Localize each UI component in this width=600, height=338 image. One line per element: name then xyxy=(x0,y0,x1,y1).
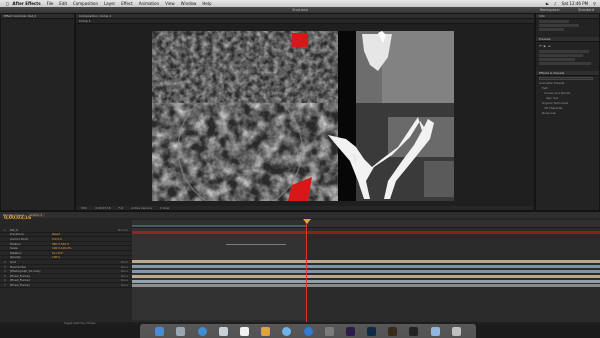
layer-name: [Fixed_Frame] xyxy=(10,273,30,278)
first-frame-icon[interactable]: ⏮ xyxy=(539,44,542,48)
viewer-toolbar: 50% 0;00;03;16 Full Active Camera 1 View xyxy=(77,206,533,210)
effect-controls-tab[interactable]: Effect Controls: Kat_0 xyxy=(1,14,74,19)
composition-viewer[interactable] xyxy=(152,31,454,201)
info-tab[interactable]: Info xyxy=(536,14,599,19)
dock xyxy=(140,324,476,338)
property-value[interactable]: 0x+0.0° xyxy=(52,251,64,255)
time-ruler[interactable] xyxy=(132,220,600,228)
menu-help[interactable]: Help xyxy=(202,1,211,6)
work-area-shade xyxy=(132,228,306,320)
property-value[interactable]: 960.0,540.0 xyxy=(52,242,69,246)
property-name: Rotation xyxy=(10,250,22,255)
preview-controls: ⏮ ▶ ⏭ xyxy=(539,44,596,48)
comp-subtab[interactable]: Comp 1 xyxy=(76,19,534,24)
play-icon[interactable]: ▶ xyxy=(544,44,546,48)
layer-list: 1 Kat_0 Normal Transform Reset Anchor Point… xyxy=(0,228,132,324)
layer-name: Grid xyxy=(10,259,16,264)
preset-item[interactable]: Curves and Spirals xyxy=(539,91,596,95)
menu-edit[interactable]: Edit xyxy=(59,1,67,6)
timeline-timecode[interactable]: 0;00;03;16 xyxy=(4,216,31,221)
camera-select[interactable]: Active Camera xyxy=(131,206,152,210)
preset-item[interactable]: 3D Character xyxy=(539,106,596,110)
menu-window[interactable]: Window xyxy=(181,1,197,6)
preset-item[interactable]: Organic Technicals xyxy=(539,101,596,105)
itunes-icon[interactable] xyxy=(282,326,292,336)
apple-icon[interactable]:  xyxy=(6,1,8,6)
layer-name: [Fixed_Frame] xyxy=(10,278,30,283)
preset-item[interactable]: Animation Presets xyxy=(539,81,596,85)
ae-icon[interactable] xyxy=(345,326,355,336)
property-name: Position xyxy=(10,241,21,246)
playhead-marker-icon[interactable] xyxy=(300,219,314,225)
parent-select[interactable]: None xyxy=(121,278,132,282)
composition-tab-label: Composition: Comp 1 xyxy=(79,14,112,18)
playhead[interactable] xyxy=(306,222,307,322)
preferences-icon[interactable] xyxy=(324,326,334,336)
timeline-tabs: Render Queue Comp 1 xyxy=(0,212,600,218)
menu-file[interactable]: File xyxy=(47,1,54,6)
photos-icon[interactable] xyxy=(261,326,271,336)
menu-animation[interactable]: Animation xyxy=(139,1,159,6)
volume-icon[interactable]: ♪ xyxy=(554,1,557,6)
property-name: Opacity xyxy=(10,255,21,260)
menu-view[interactable]: View xyxy=(165,1,175,6)
safari-icon[interactable] xyxy=(197,326,207,336)
red-mask-top xyxy=(292,33,308,47)
preset-item[interactable]: Text xyxy=(539,86,596,90)
view-layout-select[interactable]: 1 View xyxy=(160,206,169,210)
finder-icon[interactable] xyxy=(155,326,165,336)
menu-layer[interactable]: Layer xyxy=(104,1,115,6)
parent-select[interactable]: None xyxy=(121,283,132,287)
menubar:  After Effects File Edit Composition La… xyxy=(0,0,600,7)
property-name: Anchor Point xyxy=(10,236,28,241)
folder-icon[interactable] xyxy=(430,326,440,336)
preset-item[interactable]: Noise Gen xyxy=(539,111,596,115)
br-icon[interactable] xyxy=(388,326,398,336)
launchpad-icon[interactable] xyxy=(176,326,186,336)
appstore-icon[interactable] xyxy=(303,326,313,336)
wifi-icon[interactable]: ☯ xyxy=(545,1,549,6)
menu-app-name[interactable]: After Effects xyxy=(12,1,40,6)
trash-icon[interactable] xyxy=(451,326,461,336)
mail-icon[interactable] xyxy=(218,326,228,336)
current-time-display[interactable]: 0;00;03;16 xyxy=(95,206,110,210)
menu-composition[interactable]: Composition xyxy=(73,1,98,6)
zoom-select[interactable]: 50% xyxy=(81,206,87,210)
window-title: Shot.aep xyxy=(292,8,308,12)
property-value[interactable]: 100.0,100.0% xyxy=(52,246,72,250)
ps-icon[interactable] xyxy=(367,326,377,336)
layer-name: [Fixed_Frame] xyxy=(10,282,30,287)
parent-select[interactable]: None xyxy=(121,265,132,269)
viewer-image xyxy=(152,31,454,201)
property-value[interactable]: Reset xyxy=(52,232,60,236)
effect-controls-panel: Effect Controls: Kat_0 xyxy=(0,13,75,211)
toggle-switches-label[interactable]: Toggle Switches / Modes xyxy=(64,322,96,325)
layer-name: [Photograph_01.mov] xyxy=(10,269,41,274)
effects-presets-tab[interactable]: Effects & Presets xyxy=(536,71,599,76)
property-name: Transform xyxy=(10,232,24,237)
layer-row[interactable]: 7 [Fixed_Frame] None xyxy=(0,283,132,288)
last-frame-icon[interactable]: ⏭ xyxy=(548,44,551,48)
property-value[interactable]: 100% xyxy=(52,255,60,259)
terminal-icon[interactable] xyxy=(409,326,419,336)
work-area-bar[interactable] xyxy=(132,225,306,227)
menu-effect[interactable]: Effect xyxy=(121,1,133,6)
property-name: Scale xyxy=(10,246,18,251)
layer-name: Kat_0 xyxy=(10,227,18,232)
preview-tab[interactable]: Preview xyxy=(536,37,599,42)
effects-search-input[interactable] xyxy=(539,77,593,80)
layer-name: Pixel Sorter xyxy=(10,264,26,269)
spotlight-icon[interactable]: ⚲ xyxy=(593,1,596,6)
resolution-select[interactable]: Full xyxy=(119,206,124,210)
mode-select[interactable]: Normal xyxy=(118,228,132,232)
parent-select[interactable]: None xyxy=(121,269,132,273)
property-value[interactable]: 0.0,0.0 xyxy=(52,237,62,241)
parent-select[interactable]: None xyxy=(121,260,132,264)
right-panels: Info Preview ⏮ ▶ ⏭ Effects & Presets Ani… xyxy=(535,13,600,211)
clock[interactable]: Sat 12:46 PM xyxy=(562,1,589,6)
parent-select[interactable]: None xyxy=(121,274,132,278)
calendar-icon[interactable] xyxy=(239,326,249,336)
comp-subtab-label: Comp 1 xyxy=(79,19,91,23)
preset-item[interactable]: Spin Out xyxy=(539,96,596,100)
